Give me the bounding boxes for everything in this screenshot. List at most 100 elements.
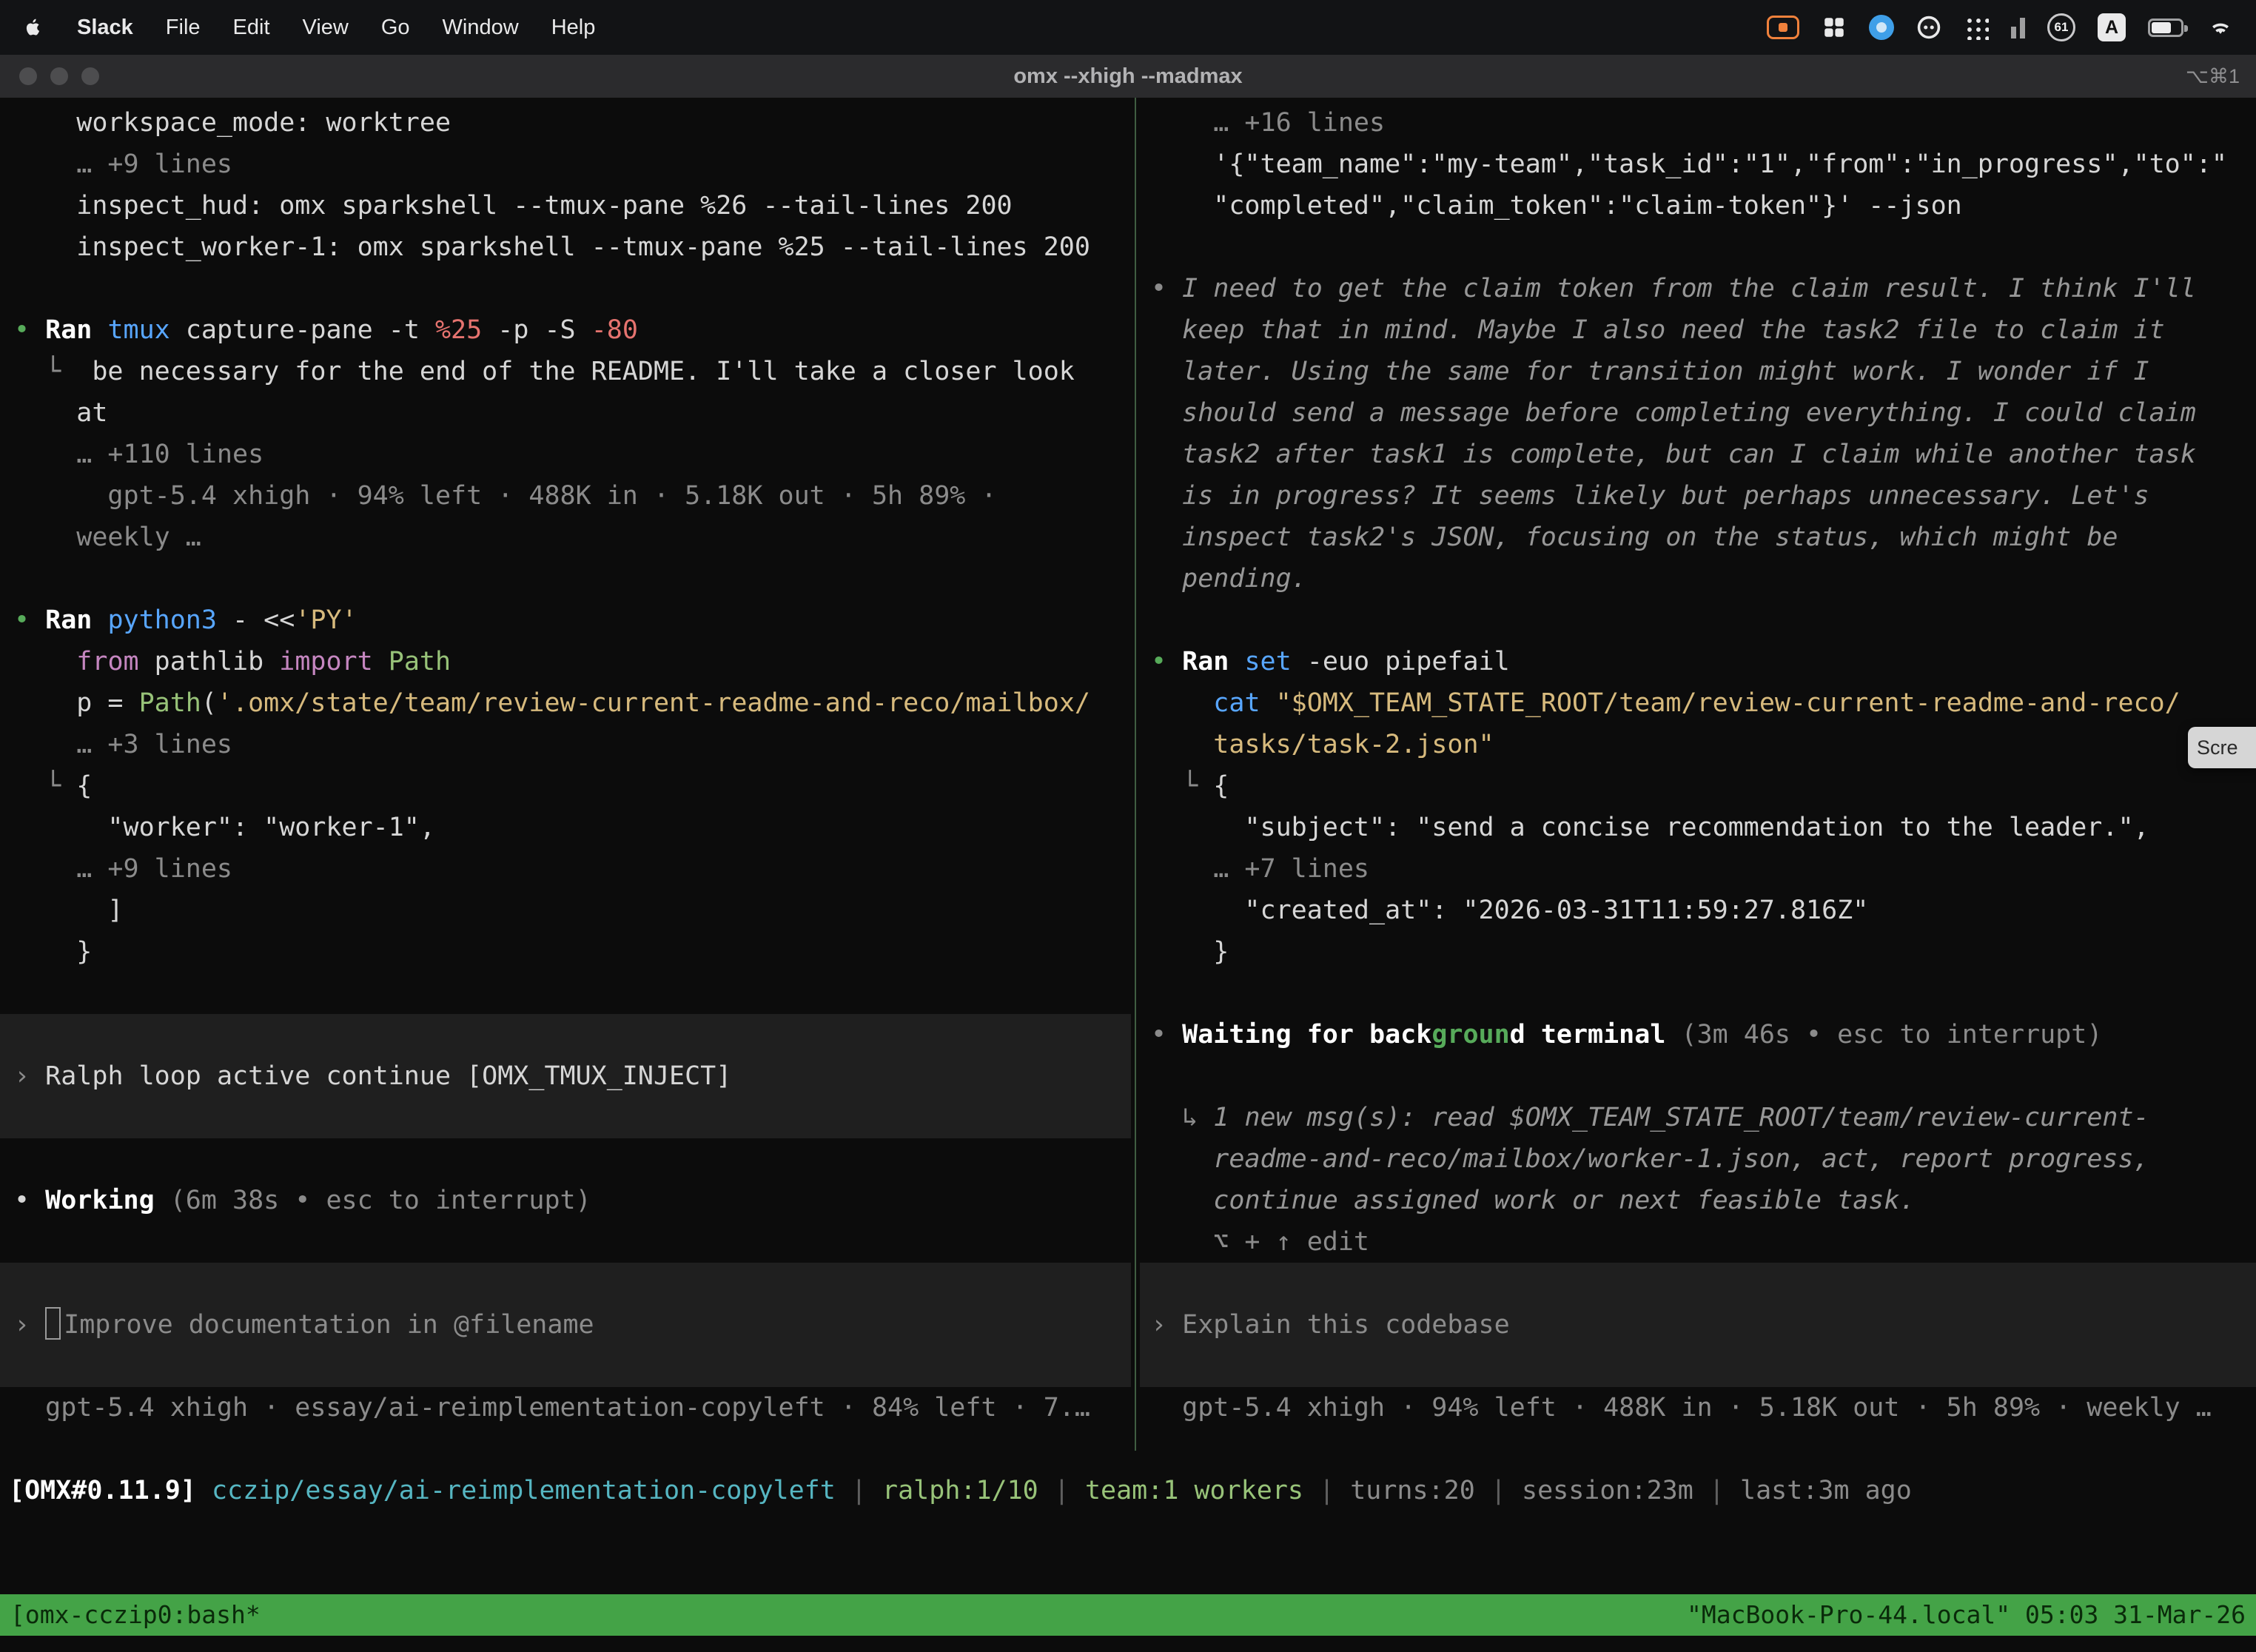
blue-app-icon[interactable] (1869, 15, 1894, 40)
tmux-pane-right[interactable]: … +16 lines '{"team_name":"my-team","tas… (1140, 98, 2256, 1428)
circle-app-icon[interactable] (1916, 15, 1941, 40)
text-cursor (45, 1307, 61, 1340)
terminal-line: ⌥ + ↑ edit (1140, 1221, 2256, 1263)
terminal-line: pending. (1140, 558, 2256, 600)
stats-icon[interactable] (2011, 16, 2025, 38)
close-button[interactable] (19, 67, 37, 85)
prompt-row[interactable]: › Ralph loop active continue [OMX_TMUX_I… (0, 1014, 1131, 1138)
terminal-line: is in progress? It seems likely but perh… (1140, 475, 2256, 517)
menu-bar: Slack File Edit View Go Window Help 61 A (0, 0, 2256, 55)
terminal-line: } (1140, 931, 2256, 973)
terminal-line: later. Using the same for transition mig… (1140, 351, 2256, 392)
terminal-line: cat "$OMX_TEAM_STATE_ROOT/team/review-cu… (1140, 682, 2256, 724)
terminal-line: from pathlib import Path (0, 641, 1131, 682)
terminal-line: gpt-5.4 xhigh · 94% left · 488K in · 5.1… (0, 475, 1131, 517)
terminal-line: tasks/task-2.json" (1140, 724, 2256, 765)
terminal-line (1140, 973, 2256, 1014)
terminal-line (0, 973, 1131, 1014)
terminal-line: └ { (1140, 765, 2256, 807)
terminal-line: should send a message before completing … (1140, 392, 2256, 434)
terminal-line (1140, 1055, 2256, 1097)
terminal-window[interactable]: workspace_mode: worktree … +9 lines insp… (0, 98, 2256, 1652)
prompt-row[interactable]: › Improve documentation in @filename (0, 1263, 1131, 1387)
screenshot-popup[interactable]: Scre (2188, 727, 2256, 768)
window-title: omx --xhigh --madmax (1013, 64, 1242, 89)
terminal-output-block: • Waiting for background terminal (3m 46… (1140, 1014, 2256, 1097)
zoom-button[interactable] (81, 67, 99, 85)
terminal-line: keep that in mind. Maybe I also need the… (1140, 309, 2256, 351)
terminal-line (1140, 226, 2256, 268)
terminal-line: weekly … (0, 517, 1131, 558)
menu-app-name[interactable]: Slack (77, 16, 133, 40)
terminal-line: "created_at": "2026-03-31T11:59:27.816Z" (1140, 890, 2256, 931)
menu-item-window[interactable]: Window (443, 16, 519, 40)
terminal-line (0, 268, 1131, 309)
terminal-line: … +16 lines (1140, 102, 2256, 144)
battery-icon[interactable] (2148, 19, 2183, 37)
apple-menu-icon[interactable] (21, 16, 44, 39)
terminal-line: "worker": "worker-1", (0, 807, 1131, 848)
menu-item-edit[interactable]: Edit (233, 16, 270, 40)
screen-recording-icon[interactable] (1767, 16, 1799, 39)
terminal-line: • I need to get the claim token from the… (1140, 268, 2256, 309)
terminal-line: … +110 lines (0, 434, 1131, 475)
terminal-line (1140, 600, 2256, 641)
terminal-line: … +3 lines (0, 724, 1131, 765)
tmux-status-bar: [omx-cczip0:bash* "MacBook-Pro-44.local"… (0, 1594, 2256, 1636)
terminal-line: › Ralph loop active continue [OMX_TMUX_I… (0, 1055, 1131, 1097)
minimize-button[interactable] (50, 67, 68, 85)
terminal-line (0, 1221, 1131, 1263)
terminal-output-block: • I need to get the claim token from the… (1140, 268, 2256, 641)
terminal-line: task2 after task1 is complete, but can I… (1140, 434, 2256, 475)
terminal-line: └ be necessary for the end of the README… (0, 351, 1131, 392)
terminal-line: • Waiting for background terminal (3m 46… (1140, 1014, 2256, 1055)
terminal-line: ↳ 1 new msg(s): read $OMX_TEAM_STATE_ROO… (1140, 1097, 2256, 1138)
terminal-line (0, 558, 1131, 600)
omx-status-bar: [OMX#0.11.9] cczip/essay/ai-reimplementa… (0, 1470, 2256, 1511)
terminal-line: ] (0, 890, 1131, 931)
terminal-line: › Improve documentation in @filename (0, 1304, 1131, 1346)
terminal-output-block: … +16 lines '{"team_name":"my-team","tas… (1140, 102, 2256, 268)
menu-item-view[interactable]: View (303, 16, 349, 40)
terminal-line: "subject": "send a concise recommendatio… (1140, 807, 2256, 848)
terminal-line (0, 1138, 1131, 1180)
terminal-output-block: gpt-5.4 xhigh · 94% left · 488K in · 5.1… (1140, 1387, 2256, 1428)
traffic-lights (19, 67, 99, 85)
terminal-line: … +9 lines (0, 848, 1131, 890)
display-grid-icon[interactable] (1822, 15, 1847, 40)
terminal-output-block: • Working (6m 38s • esc to interrupt) (0, 1138, 1131, 1263)
terminal-output-block: gpt-5.4 xhigh · essay/ai-reimplementatio… (0, 1387, 1131, 1428)
prompt-row[interactable]: › Explain this codebase (1140, 1263, 2256, 1387)
terminal-line: inspect_hud: omx sparkshell --tmux-pane … (0, 185, 1131, 226)
terminal-line: • Ran tmux capture-pane -t %25 -p -S -80 (0, 309, 1131, 351)
terminal-line: } (0, 931, 1131, 973)
window-title-bar[interactable]: omx --xhigh --madmax ⌥⌘1 (0, 55, 2256, 98)
terminal-output-block: ↳ 1 new msg(s): read $OMX_TEAM_STATE_ROO… (1140, 1097, 2256, 1263)
wifi-icon[interactable] (2206, 16, 2235, 39)
pane-divider[interactable] (1131, 98, 1140, 1428)
terminal-line: • Ran python3 - <<'PY' (0, 600, 1131, 641)
terminal-line: p = Path('.omx/state/team/review-current… (0, 682, 1131, 724)
menu-item-file[interactable]: File (166, 16, 201, 40)
tmux-panes: workspace_mode: worktree … +9 lines insp… (0, 98, 2256, 1428)
terminal-line: at (0, 392, 1131, 434)
terminal-line: inspect_worker-1: omx sparkshell --tmux-… (0, 226, 1131, 268)
terminal-line: continue assigned work or next feasible … (1140, 1180, 2256, 1221)
dots-grid-icon[interactable] (1964, 15, 1989, 40)
menu-item-go[interactable]: Go (381, 16, 410, 40)
window-shortcut: ⌥⌘1 (2186, 65, 2240, 88)
terminal-line: readme-and-reco/mailbox/worker-1.json, a… (1140, 1138, 2256, 1180)
tmux-pane-left[interactable]: workspace_mode: worktree … +9 lines insp… (0, 98, 1131, 1428)
terminal-line: › Explain this codebase (1140, 1304, 2256, 1346)
terminal-line: └ { (0, 765, 1131, 807)
terminal-output-block: • Ran set -euo pipefail cat "$OMX_TEAM_S… (1140, 641, 2256, 1014)
terminal-line: gpt-5.4 xhigh · 94% left · 488K in · 5.1… (1140, 1387, 2256, 1428)
tmux-host-time: "MacBook-Pro-44.local" 05:03 31-Mar-26 (1687, 1594, 2246, 1636)
menu-item-help[interactable]: Help (551, 16, 596, 40)
tmux-session-info: [omx-cczip0:bash* (10, 1594, 261, 1636)
input-source-icon[interactable]: A (2098, 13, 2126, 41)
terminal-line: gpt-5.4 xhigh · essay/ai-reimplementatio… (0, 1387, 1131, 1428)
terminal-line: workspace_mode: worktree (0, 102, 1131, 144)
battery-percentage-badge[interactable]: 61 (2047, 13, 2075, 41)
terminal-output-block: workspace_mode: worktree … +9 lines insp… (0, 102, 1131, 1014)
